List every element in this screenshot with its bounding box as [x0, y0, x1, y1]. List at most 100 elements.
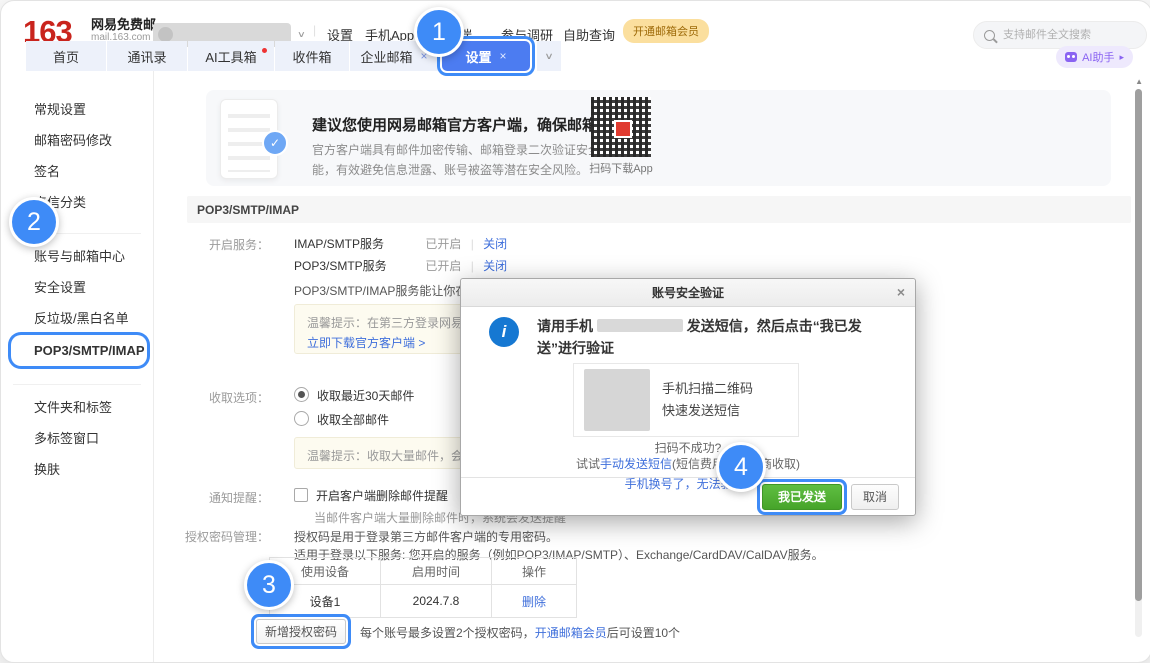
dialog-close-icon[interactable]: ×	[897, 284, 905, 300]
tab-label: AI工具箱	[205, 47, 256, 66]
callout-step-1: 1	[414, 7, 464, 57]
service-row-pop3: POP3/SMTP服务 已开启 | 关闭	[294, 257, 507, 274]
qr-hint-line2: 快速发送短信	[662, 400, 740, 419]
tab-inbox[interactable]: 收件箱	[275, 41, 349, 71]
authcode-note: 每个账号最多设置2个授权密码，开通邮箱会员后可设置10个	[360, 624, 680, 641]
note-prefix: 每个账号最多设置2个授权密码，	[360, 626, 535, 640]
tab-home[interactable]: 首页	[26, 41, 106, 71]
close-service-link[interactable]: 关闭	[483, 237, 507, 251]
change-number-line: 手机换号了，无法验证?	[461, 475, 915, 492]
download-client-link[interactable]: 立即下载官方客户端 >	[307, 336, 425, 350]
download-app-qr-code	[591, 97, 651, 157]
checkbox-label: 开启客户端删除邮件提醒	[316, 489, 448, 503]
tab-ai-toolbox[interactable]: AI工具箱	[188, 41, 274, 71]
checkbox-icon[interactable]	[294, 488, 308, 502]
callout-step-2: 2	[9, 197, 59, 247]
service-status: 已开启	[425, 259, 461, 273]
ai-assistant-label: AI助手	[1082, 49, 1114, 65]
authcode-desc1: 授权码是用于登录第三方邮件客户端的专用密码。	[294, 528, 558, 545]
tab-label: 收件箱	[292, 47, 331, 66]
scrollbar-up-icon[interactable]: ▲	[1135, 77, 1143, 86]
manual-send-link[interactable]: 手动发送短信	[600, 457, 672, 471]
info-icon: i	[489, 317, 519, 347]
settings-sidebar: 常规设置 邮箱密码修改 签名 来信分类 账号与邮箱中心 安全设置 反垃圾/黑白名…	[1, 71, 154, 662]
radio-icon[interactable]	[294, 411, 309, 426]
table-header-row: 使用设备 启用时间 操作	[270, 558, 577, 585]
security-verification-dialog: 账号安全验证 × i 请用手机 发送短信，然后点击“我已发送”进行验证 手机扫描…	[460, 278, 916, 516]
close-icon[interactable]: ×	[500, 49, 507, 63]
sidebar-item-security[interactable]: 安全设置	[1, 271, 153, 302]
divider: |	[471, 237, 474, 251]
ai-assistant-button[interactable]: AI助手 ▸	[1056, 46, 1133, 68]
dialog-title-bar: 账号安全验证 ×	[461, 279, 915, 307]
official-client-banner: ✓ 建议您使用网易邮箱官方客户端，确保邮箱安全 官方客户端具有邮件加密传输、邮箱…	[206, 90, 1111, 186]
fetch-option-all[interactable]: 收取全部邮件	[294, 411, 389, 428]
add-authcode-button[interactable]: 新增授权密码	[256, 619, 346, 644]
sidebar-item-pop3-smtp-imap[interactable]: POP3/SMTP/IMAP	[13, 337, 145, 364]
option-label: 收取全部邮件	[317, 413, 389, 427]
phone-number-redacted	[597, 319, 683, 332]
message-prefix: 请用手机	[537, 318, 597, 334]
manual-send-line: 试试手动发送短信(短信费用由运营商收取)	[461, 455, 915, 472]
sidebar-item-general[interactable]: 常规设置	[1, 93, 153, 124]
dialog-message: 请用手机 发送短信，然后点击“我已发送”进行验证	[537, 315, 873, 359]
tabs-more-chevron[interactable]: ∨	[537, 41, 561, 71]
tab-bar: 首页 通讯录 AI工具箱 收件箱 企业邮箱 × 设置 × ∨ AI助手 ▸	[1, 41, 1150, 71]
header-divider: |	[313, 23, 316, 37]
col-enabled-date: 启用时间	[381, 558, 492, 585]
radio-selected-icon[interactable]	[294, 387, 309, 402]
service-row-imap: IMAP/SMTP服务 已开启 | 关闭	[294, 235, 507, 252]
tab-label: 设置	[465, 47, 491, 66]
delete-link[interactable]: 删除	[522, 595, 546, 609]
tab-label: 企业邮箱	[360, 47, 412, 66]
account-chevron-down-icon[interactable]: ∨	[297, 29, 306, 39]
sms-qr-box: 手机扫描二维码 快速发送短信	[573, 363, 799, 437]
callout-step-3: 3	[244, 560, 294, 610]
member-badge[interactable]: 开通邮箱会员	[623, 19, 709, 43]
member-upgrade-link[interactable]: 开通邮箱会员	[535, 626, 607, 640]
close-service-link[interactable]: 关闭	[483, 259, 507, 273]
section-title-bar: POP3/SMTP/IMAP	[187, 196, 1131, 223]
shield-check-icon: ✓	[262, 130, 288, 156]
sidebar-item-skin[interactable]: 换肤	[1, 453, 153, 484]
banner-title: 建议您使用网易邮箱官方客户端，确保邮箱安全	[312, 114, 627, 135]
search-input[interactable]	[1001, 28, 1115, 42]
sidebar-divider	[13, 384, 141, 385]
sidebar-item-blacklist[interactable]: 反垃圾/黑白名单	[1, 302, 153, 333]
tab-contacts[interactable]: 通讯录	[107, 41, 187, 71]
service-name: POP3/SMTP服务	[294, 257, 422, 274]
account-icon	[158, 27, 173, 42]
ai-robot-icon	[1065, 52, 1077, 62]
chevron-down-icon: ∨	[544, 50, 554, 61]
manual-prefix: 试试	[576, 457, 600, 471]
authcode-table: 使用设备 启用时间 操作 设备1 2024.7.8 删除	[269, 557, 577, 618]
service-status: 已开启	[425, 237, 461, 251]
qr-hint-line1: 手机扫描二维码	[662, 378, 753, 397]
section-title: POP3/SMTP/IMAP	[197, 203, 299, 217]
logo-title: 网易免费邮	[91, 18, 156, 32]
search-icon	[984, 30, 995, 41]
logo-text: 网易免费邮 mail.163.com	[91, 18, 156, 43]
notify-checkbox-row[interactable]: 开启客户端删除邮件提醒	[294, 487, 448, 504]
col-actions: 操作	[492, 558, 577, 585]
note-suffix: 后可设置10个	[607, 626, 680, 640]
sidebar-item-multitab[interactable]: 多标签窗口	[1, 422, 153, 453]
scan-fail-question: 扫码不成功?	[461, 439, 915, 456]
mail-163-settings-page: 163 网易免费邮 mail.163.com ∨ | 设置 手机App 桌面端 …	[0, 0, 1150, 663]
fetch-option-30days[interactable]: 收取最近30天邮件	[294, 387, 414, 404]
authcode-label: 授权密码管理：	[169, 528, 269, 545]
tab-label: 通讯录	[127, 47, 166, 66]
scrollbar-thumb[interactable]	[1135, 89, 1142, 601]
qr-caption: 扫码下载App	[561, 160, 681, 176]
sms-qr-code-redacted	[584, 369, 650, 431]
service-label: 开启服务：	[169, 236, 269, 253]
sidebar-item-folders-tags[interactable]: 文件夹和标签	[1, 391, 153, 422]
service-name: IMAP/SMTP服务	[294, 235, 422, 252]
sidebar-item-signature[interactable]: 签名	[1, 155, 153, 186]
callout-step-4: 4	[716, 442, 766, 492]
sidebar-item-password[interactable]: 邮箱密码修改	[1, 124, 153, 155]
tab-label: 首页	[53, 47, 79, 66]
dialog-title: 账号安全验证	[652, 284, 724, 301]
divider: |	[471, 259, 474, 273]
notify-label: 通知提醒：	[169, 489, 269, 506]
